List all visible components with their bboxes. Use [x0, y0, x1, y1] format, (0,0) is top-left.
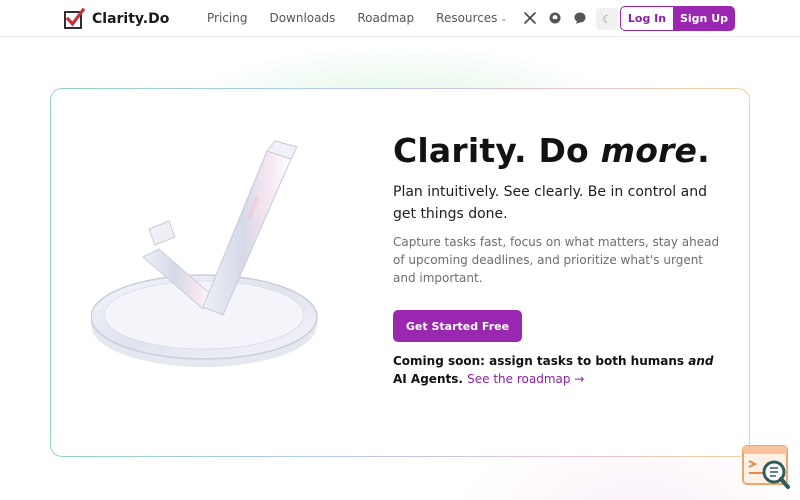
hero-title: Clarity. Do more. [393, 131, 710, 170]
social-icons [523, 11, 598, 25]
hero-description: Capture tasks fast, focus on what matter… [393, 235, 720, 285]
site-header: Clarity.Do Pricing Downloads Roadmap Res… [0, 0, 800, 37]
hero-subtitle: Plan intuitively. See clearly. Be in con… [393, 184, 707, 222]
moon-icon: ☾ [602, 12, 612, 26]
nav-pricing[interactable]: Pricing [207, 11, 247, 25]
checkbox-logo-icon [64, 8, 85, 29]
brand[interactable]: Clarity.Do [64, 8, 169, 29]
x-icon[interactable] [523, 11, 537, 25]
coming-soon-text: Coming soon: assign tasks to both humans [393, 354, 689, 368]
nav-roadmap[interactable]: Roadmap [357, 11, 414, 25]
help-widget-icon[interactable] [741, 443, 791, 491]
hero-title-period: . [697, 131, 710, 170]
signup-button[interactable]: Sign Up [673, 6, 735, 31]
github-icon[interactable] [548, 11, 562, 25]
hero-title-text: Clarity. Do [393, 131, 601, 170]
chat-icon[interactable] [573, 11, 587, 25]
login-button[interactable]: Log In [620, 6, 674, 31]
hero-card-inner: Clarity. Do more. Plan intuitively. See … [51, 89, 749, 456]
get-started-button[interactable]: Get Started Free [393, 310, 522, 342]
nav-downloads[interactable]: Downloads [269, 11, 335, 25]
hero-illustration [91, 140, 318, 367]
nav-resources-label: Resources [436, 11, 498, 25]
nav-resources[interactable]: Resources ⌄ [436, 11, 507, 25]
coming-soon-note: Coming soon: assign tasks to both humans… [393, 352, 723, 388]
hero-card: Clarity. Do more. Plan intuitively. See … [50, 88, 750, 457]
hero-title-emphasis: more [600, 131, 698, 170]
theme-toggle[interactable]: ☾ [596, 8, 618, 30]
roadmap-link[interactable]: See the roadmap → [467, 372, 584, 386]
main-nav: Pricing Downloads Roadmap Resources ⌄ [207, 11, 529, 25]
brand-name: Clarity.Do [92, 10, 170, 27]
coming-soon-emphasis: and [688, 354, 714, 368]
chevron-down-icon: ⌄ [500, 13, 508, 23]
coming-soon-text-2: AI Agents. [393, 372, 463, 386]
